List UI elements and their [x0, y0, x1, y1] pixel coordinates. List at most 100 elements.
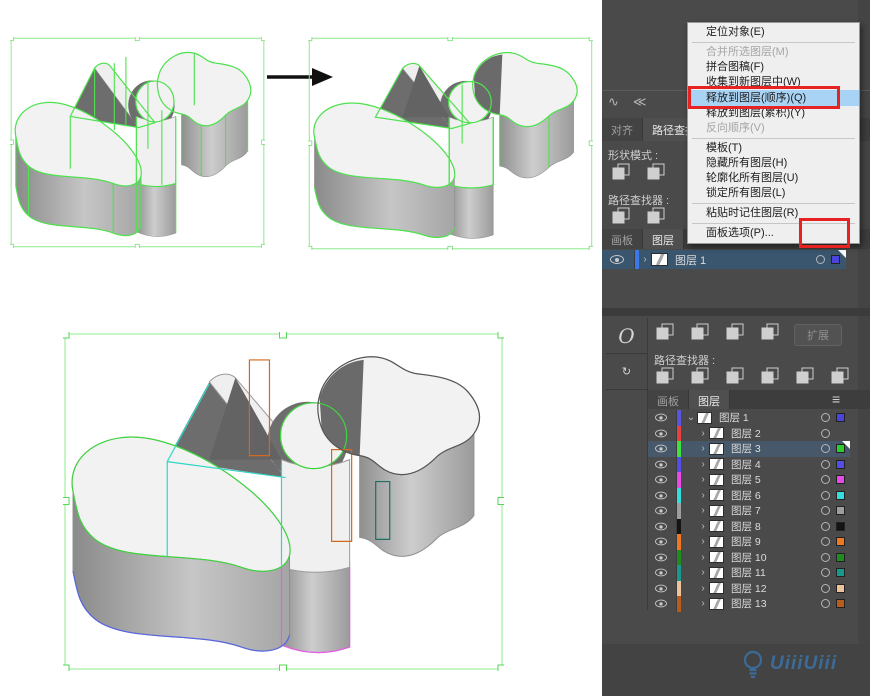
tab-artboards[interactable]: 画板: [602, 229, 643, 249]
visibility-eye-icon[interactable]: [655, 507, 667, 515]
expand-button[interactable]: 扩展: [794, 324, 842, 346]
unite-icon[interactable]: [610, 162, 634, 182]
expand-arrow-icon[interactable]: ›: [697, 521, 709, 532]
target-circle-icon[interactable]: [821, 522, 830, 531]
expand-arrow-icon[interactable]: ›: [697, 459, 709, 470]
target-circle-icon[interactable]: [821, 553, 830, 562]
expand-arrow-icon[interactable]: ›: [697, 552, 709, 563]
target-circle-icon[interactable]: [821, 506, 830, 515]
visibility-eye-icon[interactable]: [655, 414, 667, 422]
layer-row[interactable]: ›图层 8: [648, 519, 850, 535]
expand-arrow-icon[interactable]: ›: [697, 583, 709, 594]
minus-front-icon[interactable]: [689, 322, 713, 342]
visibility-eye-icon[interactable]: [655, 476, 667, 484]
layer-row[interactable]: ›图层 4: [648, 457, 850, 473]
target-circle-icon[interactable]: [821, 444, 830, 453]
layer-row[interactable]: ›图层 12: [648, 581, 850, 597]
visibility-eye-icon[interactable]: [655, 538, 667, 546]
minus-back-icon[interactable]: [829, 366, 853, 386]
visibility-eye-icon[interactable]: [655, 584, 667, 592]
expand-arrow-icon[interactable]: ›: [697, 443, 709, 454]
expand-arrow-icon[interactable]: ›: [697, 598, 709, 609]
expand-arrow-icon[interactable]: ›: [697, 428, 709, 439]
menu-item-3[interactable]: 拼合图稿(F): [688, 60, 859, 75]
menu-item-11[interactable]: 轮廓化所有图层(U): [688, 171, 859, 186]
layer-row[interactable]: ›图层 3: [648, 441, 850, 457]
expand-arrow-icon[interactable]: ›: [697, 536, 709, 547]
target-circle-icon[interactable]: [821, 599, 830, 608]
layer-row[interactable]: ›图层 6: [648, 488, 850, 504]
trim-icon[interactable]: [689, 366, 713, 386]
crop-icon[interactable]: [759, 366, 783, 386]
tab-align[interactable]: 对齐: [602, 118, 643, 141]
expand-arrow-icon[interactable]: ⌄: [685, 412, 697, 423]
layer-thumbnail[interactable]: [709, 474, 724, 486]
divide-icon[interactable]: [654, 366, 678, 386]
layer-thumbnail[interactable]: [709, 505, 724, 517]
layer-row[interactable]: ⌄图层 1: [648, 410, 850, 426]
layer-thumbnail[interactable]: [709, 536, 724, 548]
layer-thumbnail[interactable]: [709, 567, 724, 579]
layer-row[interactable]: ›图层 9: [648, 534, 850, 550]
ellipse-tool-icon[interactable]: O: [606, 318, 647, 354]
expand-arrow-icon[interactable]: ›: [697, 490, 709, 501]
artwork-selected-3d-letter[interactable]: [10, 37, 265, 248]
visibility-eye-icon[interactable]: [655, 429, 667, 437]
target-circle-icon[interactable]: [821, 429, 830, 438]
target-circle-icon[interactable]: [821, 491, 830, 500]
artwork-layered-3d-letter[interactable]: [63, 332, 504, 671]
trim-icon[interactable]: [645, 206, 669, 226]
layer-thumbnail[interactable]: [709, 551, 724, 563]
rotate-tool-icon[interactable]: ↻: [606, 354, 647, 390]
layer-thumbnail[interactable]: [709, 598, 724, 610]
layer-thumbnail[interactable]: [709, 520, 724, 532]
visibility-eye-icon[interactable]: [655, 460, 667, 468]
tab-layers[interactable]: 图层: [643, 229, 684, 249]
layer-thumbnail[interactable]: [709, 489, 724, 501]
visibility-eye-icon[interactable]: [655, 491, 667, 499]
menu-item-0[interactable]: 定位对象(E): [688, 25, 859, 40]
menu-item-9[interactable]: 模板(T): [688, 141, 859, 156]
target-circle-icon[interactable]: [821, 460, 830, 469]
layer-thumbnail[interactable]: [709, 582, 724, 594]
visibility-eye-icon[interactable]: [655, 445, 667, 453]
target-circle-icon[interactable]: [816, 255, 825, 264]
layer-row[interactable]: ›图层 10: [648, 550, 850, 566]
layer-row[interactable]: ›图层 2: [648, 426, 850, 442]
visibility-eye-icon[interactable]: [655, 553, 667, 561]
divide-icon[interactable]: [610, 206, 634, 226]
menu-item-12[interactable]: 锁定所有图层(L): [688, 186, 859, 201]
chevrons-icon[interactable]: ≪: [633, 94, 647, 110]
target-circle-icon[interactable]: [821, 475, 830, 484]
target-circle-icon[interactable]: [821, 568, 830, 577]
panel-menu-icon[interactable]: ≡: [832, 392, 840, 406]
visibility-eye-icon[interactable]: [655, 569, 667, 577]
layer-row[interactable]: ›图层 11: [648, 565, 850, 581]
layer-thumbnail[interactable]: [697, 412, 712, 424]
visibility-eye-icon[interactable]: [655, 600, 667, 608]
layer-row[interactable]: ›图层 5: [648, 472, 850, 488]
layer-row[interactable]: › 图层 1: [602, 250, 846, 269]
unite-icon[interactable]: [654, 322, 678, 342]
visibility-eye-icon[interactable]: [610, 255, 624, 264]
artwork-released-3d-letter[interactable]: [308, 37, 593, 250]
expand-arrow-icon[interactable]: ›: [697, 474, 709, 485]
tab-artboards[interactable]: 画板: [648, 390, 689, 409]
layer-thumbnail[interactable]: [651, 253, 668, 266]
tab-layers[interactable]: 图层: [689, 390, 730, 409]
layer-row[interactable]: ›图层 7: [648, 503, 850, 519]
menu-item-10[interactable]: 隐藏所有图层(H): [688, 156, 859, 171]
target-circle-icon[interactable]: [821, 537, 830, 546]
minus-front-icon[interactable]: [645, 162, 669, 182]
width-tool-icon[interactable]: ∿: [608, 94, 619, 110]
target-circle-icon[interactable]: [821, 584, 830, 593]
expand-arrow-icon[interactable]: ›: [639, 254, 651, 265]
exclude-icon[interactable]: [759, 322, 783, 342]
merge-icon[interactable]: [724, 366, 748, 386]
intersect-icon[interactable]: [724, 322, 748, 342]
layer-thumbnail[interactable]: [709, 443, 724, 455]
expand-arrow-icon[interactable]: ›: [697, 567, 709, 578]
visibility-eye-icon[interactable]: [655, 522, 667, 530]
outline-icon[interactable]: [794, 366, 818, 386]
expand-arrow-icon[interactable]: ›: [697, 505, 709, 516]
